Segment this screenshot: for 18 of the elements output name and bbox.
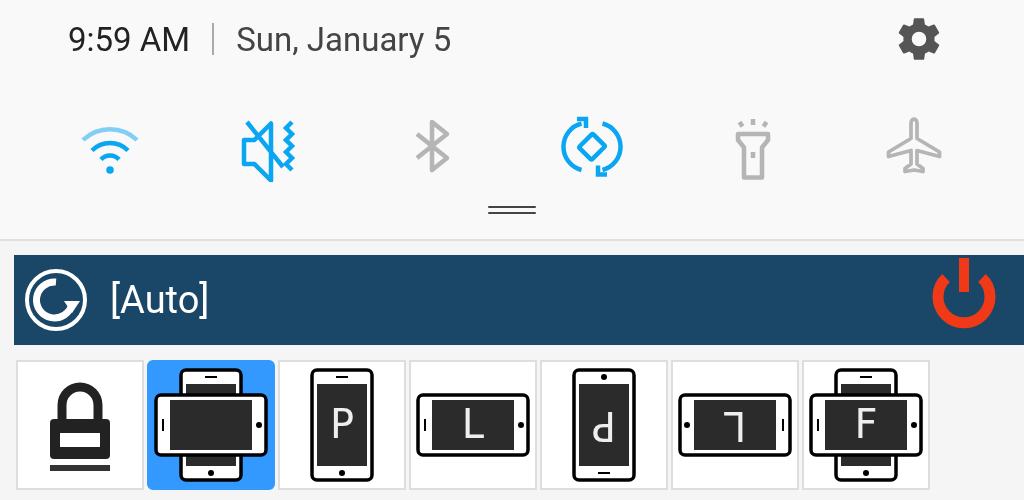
rotate-icon: [24, 268, 88, 332]
mode-letter: L: [461, 401, 485, 447]
mode-letter: P: [591, 403, 617, 449]
clock-time: 9:59 AM: [68, 19, 191, 59]
mode-tile[interactable]: L: [409, 360, 537, 490]
mode-letter: F: [854, 401, 878, 447]
padlock-icon: [50, 382, 110, 471]
date-text: Sun, January 5: [236, 19, 452, 59]
mode-letter: P: [329, 401, 355, 447]
mode-letter: L: [723, 403, 747, 449]
two-phones-icon: [154, 368, 268, 482]
mode-tile[interactable]: F: [802, 360, 930, 490]
mode-tile[interactable]: L: [671, 360, 799, 490]
mode-title: [Auto]: [110, 278, 210, 322]
mode-tile[interactable]: [147, 360, 275, 490]
drag-handle[interactable]: [488, 206, 536, 214]
mode-tile[interactable]: P: [278, 360, 406, 490]
mode-tile[interactable]: P: [540, 360, 668, 490]
